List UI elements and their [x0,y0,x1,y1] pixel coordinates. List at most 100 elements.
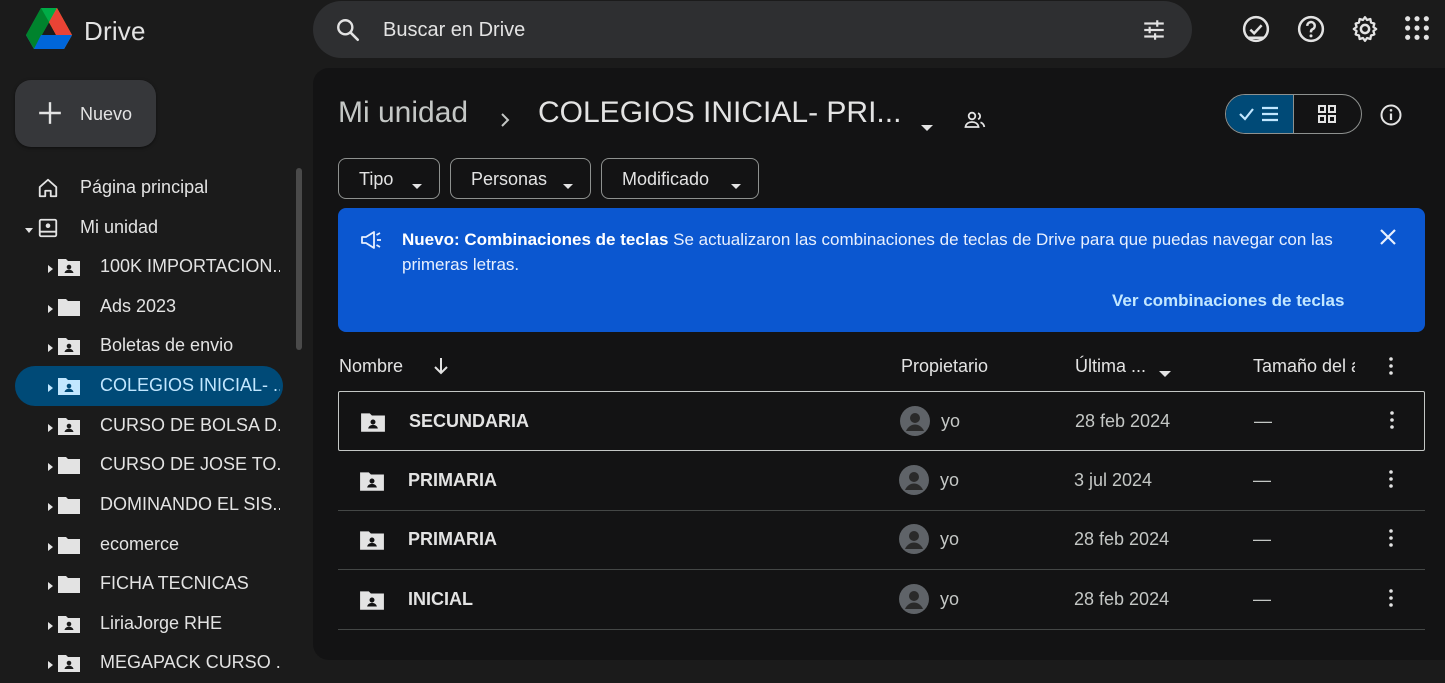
sidebar-folder-item[interactable]: LiriaJorge RHE [15,604,283,644]
caret-right-icon[interactable] [45,458,55,472]
more-vert-icon[interactable] [1384,356,1398,381]
help-icon[interactable] [1296,14,1326,49]
megaphone-icon [360,230,382,255]
sidebar-item-home[interactable]: Página principal [15,168,283,208]
column-header-name[interactable]: Nombre [339,356,403,377]
folder-icon [57,534,81,561]
caret-down-icon[interactable] [24,221,34,235]
file-name: PRIMARIA [408,470,497,490]
caret-right-icon[interactable] [45,617,55,631]
offline-ready-icon[interactable] [1241,14,1271,49]
caret-right-icon[interactable] [45,339,55,353]
shared-folder-icon [360,410,386,439]
sidebar-folder-item[interactable]: CURSO DE BOLSA D... [15,406,283,446]
avatar [899,584,929,619]
sidebar-folder-item[interactable]: 100K IMPORTACION... [15,247,283,287]
caret-right-icon[interactable] [45,577,55,591]
shared-folder-icon [359,588,385,617]
folder-icon [57,296,81,323]
info-icon[interactable] [1379,103,1403,132]
breadcrumb-root[interactable]: Mi unidad [338,96,468,130]
sidebar-folder-item[interactable]: MEGAPACK CURSO ... [15,643,283,683]
search-options-icon[interactable] [1141,17,1167,48]
new-button-label: Nuevo [80,104,133,124]
filter-modified-chip[interactable]: Modificado [601,158,759,199]
modified-date: 28 feb 2024 [1074,589,1170,609]
table-row[interactable]: PRIMARIA yo 28 feb 2024 — [338,510,1425,570]
apps-grid-icon[interactable] [1403,14,1431,47]
shared-folder-icon [359,469,385,498]
caret-right-icon[interactable] [45,419,55,433]
file-name: INICIAL [408,589,473,609]
sidebar-folder-item[interactable]: DOMINANDO EL SIS... [15,485,283,525]
modified-date: 28 feb 2024 [1075,411,1171,431]
more-vert-icon[interactable] [1384,469,1398,494]
chevron-right-icon [498,104,512,138]
caret-right-icon[interactable] [45,538,55,552]
sidebar-scrollbar[interactable] [296,168,302,350]
sidebar-folder-item[interactable]: FICHA TECNICAS [15,564,283,604]
list-view-button[interactable] [1226,95,1294,133]
sidebar-folder-item[interactable]: Boletas de envio [15,326,283,366]
shared-folder-icon [57,613,81,640]
drive-logo[interactable]: Drive [26,8,146,55]
sidebar-folder-item[interactable]: Ads 2023 [15,287,283,327]
shared-folder-icon [57,375,81,402]
sidebar-folder-item[interactable]: CURSO DE JOSE TO... [15,445,283,485]
search-bar[interactable] [313,1,1192,58]
sidebar-folder-label: COLEGIOS INICIAL- ... [100,375,280,395]
caret-right-icon[interactable] [45,300,55,314]
dropdown-arrow-icon[interactable] [1158,363,1172,384]
table-row[interactable]: INICIAL yo 28 feb 2024 — [338,570,1425,630]
more-vert-icon[interactable] [1384,528,1398,553]
modified-date: 28 feb 2024 [1074,529,1170,549]
sort-arrow-down-icon[interactable] [432,356,450,381]
shortcuts-banner: Nuevo: Combinaciones de teclas Se actual… [338,208,1425,332]
modified-date: 3 jul 2024 [1074,470,1153,490]
column-header-modified[interactable]: Última ... [1075,356,1146,377]
folder-icon [57,494,81,521]
new-button[interactable]: Nuevo [15,80,156,147]
sidebar-folder-item[interactable]: ecomerce [15,525,283,565]
sidebar-folder-label: CURSO DE JOSE TO... [100,454,280,474]
view-shortcuts-link[interactable]: Ver combinaciones de teclas [1112,291,1344,311]
close-icon[interactable] [1379,228,1397,251]
file-size: — [1253,589,1271,609]
shared-folder-icon [57,415,81,442]
search-input[interactable] [383,15,1123,45]
caret-right-icon[interactable] [45,260,55,274]
caret-right-icon[interactable] [45,498,55,512]
shared-folder-icon [57,652,81,679]
search-icon[interactable] [335,17,361,48]
caret-right-icon[interactable] [45,656,55,670]
shared-people-icon[interactable] [963,105,987,139]
caret-right-icon[interactable] [45,379,55,393]
sidebar-folder-label: Ads 2023 [100,296,177,316]
grid-view-button[interactable] [1294,95,1361,133]
table-row[interactable]: SECUNDARIA yo 28 feb 2024 — [338,391,1425,451]
sidebar-folder-label: DOMINANDO EL SIS... [100,494,280,514]
chip-label: Tipo [359,169,394,189]
table-header: Nombre Propietario Última ... Tamaño del… [338,348,1425,384]
more-vert-icon[interactable] [1384,588,1398,613]
column-header-size[interactable]: Tamaño del a [1253,356,1355,377]
sidebar-item-my-drive[interactable]: Mi unidad [15,208,283,248]
filter-type-chip[interactable]: Tipo [338,158,440,199]
sidebar-folder-item-selected[interactable]: COLEGIOS INICIAL- ... [15,366,283,406]
table-row[interactable]: PRIMARIA yo 3 jul 2024 — [338,451,1425,511]
settings-gear-icon[interactable] [1350,14,1380,49]
sidebar-folder-label: Boletas de envio [100,335,234,355]
sidebar-folder-label: MEGAPACK CURSO ... [100,652,280,672]
file-name: SECUNDARIA [409,411,530,431]
file-name: PRIMARIA [408,529,497,549]
filter-people-chip[interactable]: Personas [450,158,591,199]
column-header-owner[interactable]: Propietario [901,356,988,377]
folder-icon [57,454,81,481]
sidebar: Página principal Mi unidad 100K IMPORTAC… [0,168,300,673]
breadcrumb-current[interactable]: COLEGIOS INICIAL- PRI... [538,96,901,130]
dropdown-arrow-icon[interactable] [918,108,936,142]
more-vert-icon[interactable] [1385,410,1399,435]
view-toggle [1225,94,1362,134]
chip-label: Personas [471,169,548,189]
shared-folder-icon [57,335,81,362]
